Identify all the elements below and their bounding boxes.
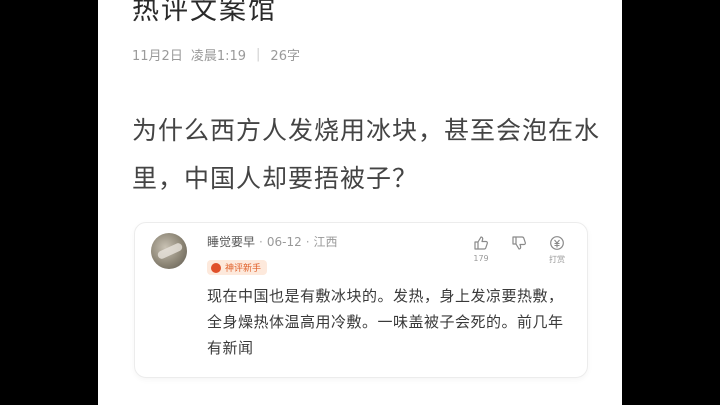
- comment-header: 睡觉要早 · 06-12 · 江西: [207, 233, 338, 250]
- comment-text: 现在中国也是有敷冰块的。发热，身上发凉要热敷，全身燥热体温高用冷敷。一味盖被子会…: [207, 287, 564, 357]
- avatar[interactable]: [151, 233, 187, 269]
- comment-actions: 179 打赏: [469, 235, 569, 265]
- thumbs-up-icon: [474, 236, 488, 250]
- phone-screen: 热评文案馆 11月2日 凌晨1:19 | 26字 为什么西方人发烧用冰块，甚至会…: [98, 0, 622, 405]
- question-text: 为什么西方人发烧用冰块，甚至会泡在水里，中国人却要捂被子？: [132, 116, 601, 193]
- page-title: 热评文案馆: [132, 0, 277, 26]
- word-count: 26字: [270, 49, 300, 64]
- article-meta: 11月2日 凌晨1:19 | 26字: [132, 45, 300, 64]
- like-count: 179: [473, 254, 489, 263]
- comment-date: 06-12: [266, 234, 302, 249]
- reward-icon: [550, 236, 564, 250]
- comment-location: 江西: [313, 235, 338, 249]
- comment-card[interactable]: 睡觉要早 · 06-12 · 江西 神评新手 179 打赏 现在中国也是有敷冰块…: [134, 222, 588, 378]
- reward-button[interactable]: 打赏: [545, 235, 569, 265]
- like-button[interactable]: 179: [469, 235, 493, 265]
- article-date: 11月2日: [132, 49, 183, 64]
- header-dot-2: ·: [305, 234, 310, 249]
- header-dot-1: ·: [259, 234, 263, 249]
- username[interactable]: 睡觉要早: [207, 233, 255, 250]
- dislike-button[interactable]: [507, 235, 531, 265]
- badge-icon: [211, 262, 221, 273]
- status-badge: 神评新手: [207, 260, 268, 275]
- badge-label: 神评新手: [225, 264, 262, 274]
- thumbs-down-icon: [512, 236, 526, 250]
- meta-divider: |: [256, 47, 261, 62]
- article-time: 凌晨1:19: [190, 49, 247, 64]
- reward-label: 打赏: [549, 255, 565, 264]
